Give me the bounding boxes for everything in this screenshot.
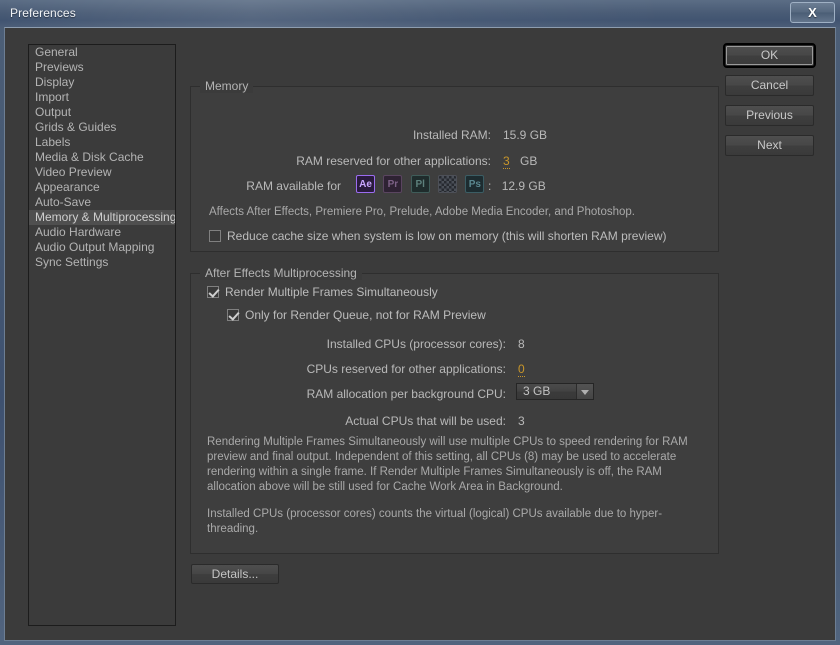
photoshop-icon[interactable]: Ps [465,175,485,193]
sidebar-item-video-preview[interactable]: Video Preview [29,165,175,180]
preferences-dialog: Preferences X General Previews Display I… [0,0,840,645]
reserved-ram-unit: GB [520,154,538,168]
title-bar: Preferences X [0,0,840,27]
reserved-ram-label: RAM reserved for other applications: [296,154,491,168]
sidebar-item-display[interactable]: Display [29,75,175,90]
sidebar-item-labels[interactable]: Labels [29,135,175,150]
only-render-queue-checkbox[interactable] [227,309,239,321]
premiere-pro-icon[interactable]: Pr [383,175,403,193]
sidebar-item-memory-multiprocessing[interactable]: Memory & Multiprocessing [29,210,175,225]
sidebar-item-previews[interactable]: Previews [29,60,175,75]
adobe-media-encoder-icon[interactable] [438,175,458,193]
ram-available-separator: : [488,179,492,193]
multiprocessing-group-title: After Effects Multiprocessing [200,266,362,280]
reduce-cache-checkbox[interactable] [209,230,221,242]
actual-cpus-value: 3 [518,414,525,428]
dialog-client-area: General Previews Display Import Output G… [4,27,836,641]
only-render-queue-label: Only for Render Queue, not for RAM Previ… [245,308,486,322]
only-render-queue-checkbox-row[interactable]: Only for Render Queue, not for RAM Previ… [227,307,486,323]
sidebar-item-general[interactable]: General [29,45,175,60]
actual-cpus-label: Actual CPUs that will be used: [345,414,506,428]
ram-allocation-label: RAM allocation per background CPU: [306,387,506,401]
sidebar-item-media-disk-cache[interactable]: Media & Disk Cache [29,150,175,165]
sidebar-item-import[interactable]: Import [29,90,175,105]
hyper-threading-note: Installed CPUs (processor cores) counts … [207,508,663,535]
render-mfs-checkbox[interactable] [207,286,219,298]
reserved-cpus-label: CPUs reserved for other applications: [306,362,506,376]
multiprocessing-group: After Effects Multiprocessing Render Mul… [190,266,719,554]
reserved-ram-value[interactable]: 3 [503,154,510,169]
sidebar-item-appearance[interactable]: Appearance [29,180,175,195]
installed-cpus-label: Installed CPUs (processor cores): [326,337,506,351]
details-button[interactable]: Details... [191,564,279,584]
sidebar-item-output[interactable]: Output [29,105,175,120]
ram-allocation-value: 3 GB [523,384,551,398]
category-list[interactable]: General Previews Display Import Output G… [28,44,176,626]
multiprocessing-description: Rendering Multiple Frames Simultaneously… [207,436,688,493]
installed-cpus-value: 8 [518,337,525,351]
ram-available-value: 12.9 GB [501,179,546,193]
cancel-button[interactable]: Cancel [725,75,814,96]
affects-note: Affects After Effects, Premiere Pro, Pre… [209,206,635,218]
render-mfs-label: Render Multiple Frames Simultaneously [225,285,438,299]
installed-ram-value: 15.9 GB [503,128,548,142]
ok-button[interactable]: OK [723,43,816,68]
reduce-cache-label: Reduce cache size when system is low on … [227,229,667,243]
sidebar-item-grids-guides[interactable]: Grids & Guides [29,120,175,135]
chevron-down-icon[interactable] [576,384,593,399]
after-effects-icon[interactable]: Ae [356,175,375,193]
previous-button[interactable]: Previous [725,105,814,126]
memory-group-title: Memory [200,79,254,93]
sidebar-item-sync-settings[interactable]: Sync Settings [29,255,175,270]
installed-ram-label: Installed RAM: [412,128,491,142]
close-icon[interactable]: X [790,2,835,23]
title-bar-background [0,0,840,27]
sidebar-item-auto-save[interactable]: Auto-Save [29,195,175,210]
window-title: Preferences [10,6,76,20]
ram-available-label: RAM available for [246,179,341,193]
reduce-cache-checkbox-row[interactable]: Reduce cache size when system is low on … [209,228,666,244]
next-button[interactable]: Next [725,135,814,156]
prelude-icon[interactable]: Pl [410,175,430,193]
ram-allocation-select[interactable]: 3 GB [516,383,594,400]
sidebar-item-audio-output-mapping[interactable]: Audio Output Mapping [29,240,175,255]
render-mfs-checkbox-row[interactable]: Render Multiple Frames Simultaneously [207,284,438,300]
memory-group: Memory Installed RAM: 15.9 GB RAM reserv… [190,79,719,252]
reserved-cpus-value[interactable]: 0 [518,362,525,377]
sidebar-item-audio-hardware[interactable]: Audio Hardware [29,225,175,240]
